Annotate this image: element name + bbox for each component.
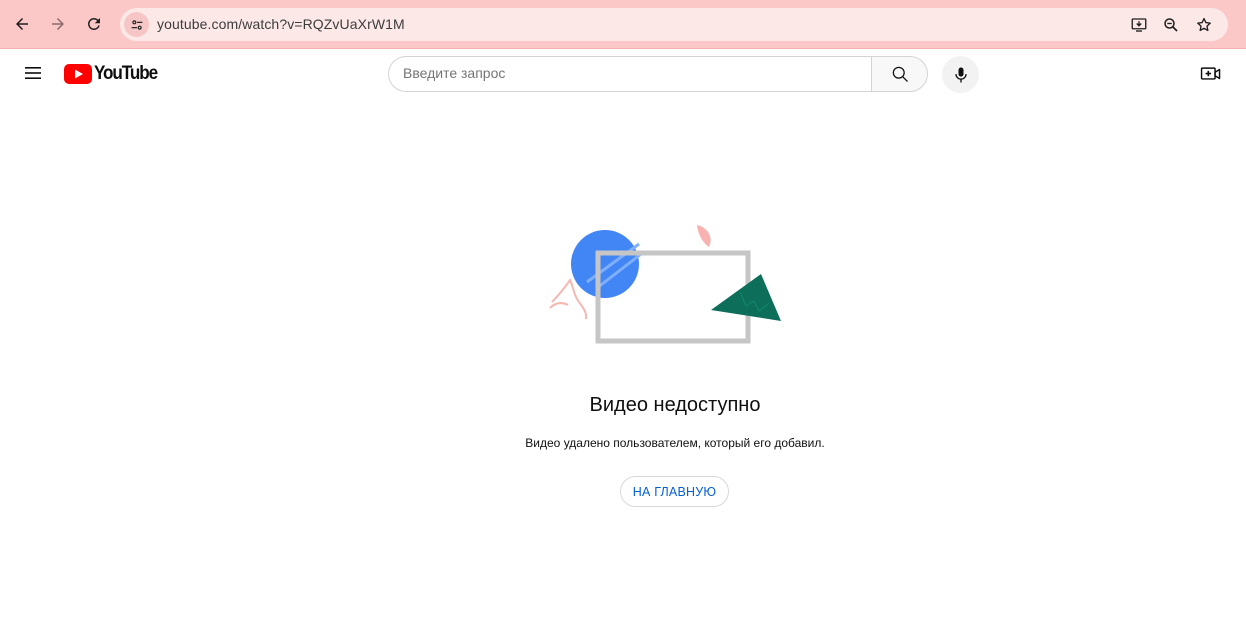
site-info-button[interactable] (124, 12, 149, 37)
youtube-header: YouTube (0, 50, 1246, 98)
menu-icon (25, 67, 41, 79)
back-icon (16, 18, 28, 30)
error-title: Видео недоступно (589, 394, 761, 416)
video-unavailable-illustration (549, 225, 781, 344)
install-app-icon (1131, 18, 1147, 32)
reload-button[interactable] (79, 9, 109, 39)
back-button[interactable] (7, 9, 37, 39)
forward-button[interactable] (43, 9, 73, 39)
youtube-play-icon (64, 64, 92, 84)
error-message: Видео удалено пользователем, который его… (525, 436, 825, 450)
zoom-button[interactable] (1160, 14, 1182, 36)
search-button[interactable] (871, 56, 928, 92)
zoom-icon (1164, 18, 1178, 32)
url-text[interactable]: youtube.com/watch?v=RQZvUaXrW1M (157, 16, 405, 32)
voice-search-button[interactable] (942, 56, 979, 93)
youtube-logo[interactable]: YouTube (64, 63, 164, 84)
go-home-button[interactable]: НА ГЛАВНУЮ (620, 476, 729, 507)
search-icon (892, 66, 908, 82)
forward-icon (52, 18, 64, 30)
guide-menu-button[interactable] (20, 58, 46, 88)
address-bar[interactable]: youtube.com/watch?v=RQZvUaXrW1M (120, 8, 1228, 41)
reload-icon (87, 17, 100, 30)
browser-toolbar: youtube.com/watch?v=RQZvUaXrW1M (0, 0, 1246, 49)
bookmark-button[interactable] (1193, 14, 1215, 36)
site-info-icon (131, 19, 142, 30)
mic-icon (954, 67, 967, 82)
install-app-button[interactable] (1128, 14, 1150, 36)
create-video-icon (1200, 67, 1221, 80)
search-box[interactable] (388, 56, 872, 92)
create-button[interactable] (1198, 62, 1224, 86)
search-input[interactable] (403, 65, 843, 81)
bookmark-star-icon (1197, 17, 1211, 32)
logo-text: YouTube (94, 63, 158, 84)
